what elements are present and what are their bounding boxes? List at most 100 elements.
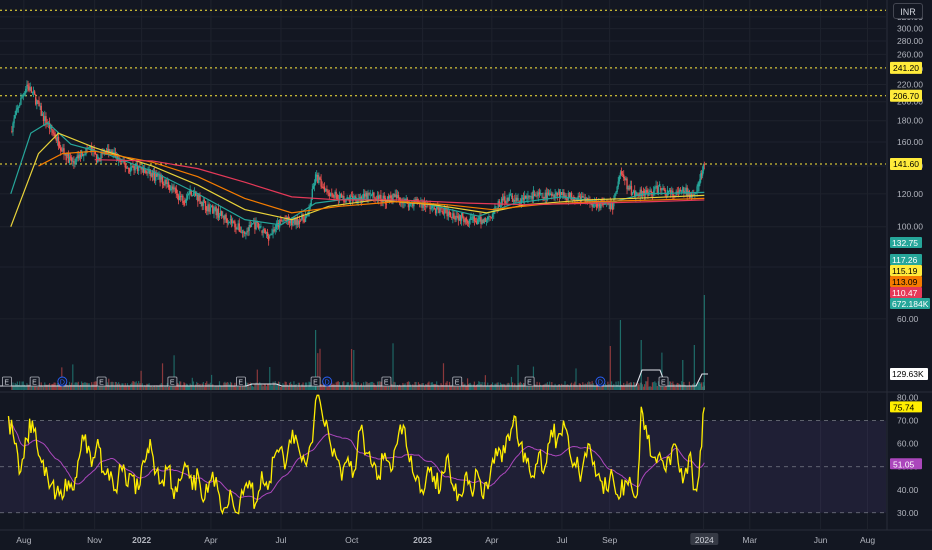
volume-bar: [656, 385, 658, 390]
candle-body: [312, 186, 315, 189]
volume-bar: [348, 386, 350, 390]
volume-bar: [494, 383, 496, 390]
candle-body: [254, 222, 256, 230]
candle-body: [267, 236, 270, 241]
volume-bar: [328, 385, 330, 390]
candle-body: [176, 193, 179, 196]
currency-badge[interactable]: INR: [893, 3, 923, 19]
candle-body: [44, 116, 46, 121]
time-tick-label: Aug: [860, 535, 875, 545]
candle-body: [322, 187, 325, 189]
volume-bar: [92, 384, 94, 390]
candle-body: [694, 193, 696, 195]
candle-body: [424, 206, 427, 207]
candle-body: [430, 208, 432, 210]
volume-bar: [440, 383, 442, 390]
event-marker-label: E: [4, 380, 9, 387]
volume-bar: [259, 382, 261, 390]
candle-body: [157, 175, 159, 177]
candle-body: [489, 215, 491, 217]
candle-body: [292, 221, 294, 224]
candle-body: [266, 232, 269, 237]
candle-body: [45, 116, 47, 124]
volume-bar: [425, 384, 427, 390]
candle-body: [383, 195, 385, 199]
candle-body: [509, 194, 512, 196]
time-tick-label: Aug: [16, 535, 31, 545]
candle-body: [95, 154, 98, 163]
volume-bar: [248, 386, 250, 390]
volume-bar: [142, 386, 145, 390]
volume-bar: [270, 384, 272, 390]
volume-bar: [404, 383, 406, 390]
candle-body: [680, 191, 683, 192]
candle-body: [655, 185, 657, 187]
volume-bar: [677, 383, 679, 390]
candle-body: [220, 211, 223, 216]
volume-bar: [662, 386, 664, 390]
volume-bar: [439, 386, 441, 390]
volume-bar: [674, 386, 676, 390]
candle-body: [329, 193, 332, 197]
candle-body: [657, 186, 660, 194]
candle-body: [666, 189, 669, 196]
candle-body: [453, 213, 455, 219]
volume-bar: [26, 383, 28, 390]
volume-bar: [560, 386, 562, 390]
chart-canvas[interactable]: EEDEEEEDEEEDE 60.0080.00100.00120.00140.…: [0, 0, 932, 550]
candle-body: [165, 179, 167, 185]
volume-bar: [274, 381, 276, 390]
candle-body: [73, 161, 75, 164]
volume-bar: [367, 383, 369, 390]
volume-bar: [353, 350, 355, 390]
candle-body: [646, 190, 648, 193]
volume-bar: [577, 386, 579, 390]
volume-bar: [164, 386, 166, 390]
candle-body: [274, 229, 276, 232]
volume-bar: [147, 384, 149, 390]
volume-bar: [207, 383, 209, 390]
volume-bar: [275, 385, 277, 390]
volume-bar: [265, 386, 268, 390]
volume-bar: [45, 384, 47, 390]
volume-bar: [159, 384, 161, 390]
volume-bar: [434, 383, 437, 390]
candle-body: [259, 225, 261, 229]
volume-bar: [119, 383, 121, 390]
volume-bar: [692, 384, 694, 390]
volume-bar: [613, 383, 615, 390]
volume-bar: [155, 386, 157, 390]
volume-bar: [213, 386, 215, 390]
candle-body: [145, 171, 147, 173]
candle-body: [654, 186, 656, 191]
volume-bar: [558, 384, 561, 390]
volume-bar: [537, 386, 539, 390]
candle-body: [532, 189, 535, 199]
volume-bar: [543, 384, 545, 390]
volume-bar: [307, 386, 309, 390]
volume-bar: [63, 386, 65, 390]
volume-bar: [685, 386, 687, 390]
candle-body: [476, 219, 479, 224]
volume-bar: [392, 343, 394, 390]
volume-bar: [157, 386, 159, 390]
time-axis: Aug Nov 2022 Apr Jul Oct 2023 Apr Jul Sep 2024 Mar J…: [16, 533, 875, 545]
volume-bar: [59, 386, 61, 390]
candle-body: [41, 113, 44, 116]
volume-bar: [215, 386, 217, 390]
volume-bar: [506, 383, 508, 390]
candle-body: [23, 93, 26, 95]
volume-bar: [257, 383, 260, 390]
volume-bar: [594, 386, 597, 390]
volume-bar: [447, 386, 449, 390]
candle-body: [320, 179, 322, 187]
candle-body: [397, 195, 400, 198]
candle-body: [208, 204, 210, 212]
price-label: 117.26: [892, 255, 918, 265]
volume-bar: [653, 382, 655, 390]
volume-bar: [256, 369, 258, 390]
candle-body: [42, 115, 45, 121]
volume-bar: [148, 383, 150, 390]
volume-bar: [358, 386, 360, 390]
candle-body: [313, 183, 316, 187]
